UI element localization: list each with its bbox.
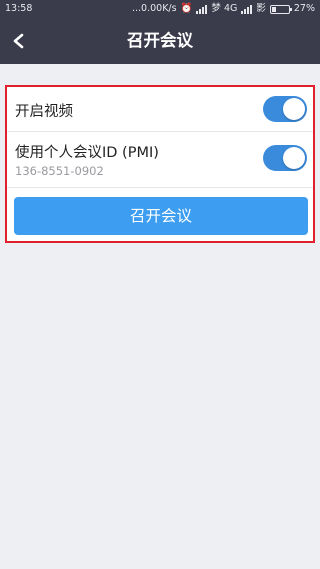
- status-right: ...0.00K/s ⏰ 梦 4G 影 27%: [132, 0, 315, 18]
- pmi-toggle[interactable]: [263, 145, 307, 171]
- back-button[interactable]: [4, 26, 34, 56]
- net-speed: ...0.00K/s: [131, 3, 177, 14]
- toggle-knob: [283, 147, 305, 169]
- carrier-label: 梦 4G: [211, 3, 238, 14]
- status-time: 13:58: [5, 3, 33, 14]
- video-row[interactable]: 开启视频: [7, 87, 313, 132]
- video-toggle[interactable]: [263, 96, 307, 122]
- pmi-number: 136-8551-0902: [15, 164, 104, 178]
- video-label: 开启视频: [15, 104, 73, 120]
- signal-icon-2: [241, 4, 253, 14]
- start-meeting-button[interactable]: 召开会议: [14, 197, 308, 235]
- chevron-left-icon: [13, 33, 24, 49]
- pmi-label: 使用个人会议ID (PMI): [15, 145, 159, 161]
- battery-icon: [269, 4, 292, 14]
- title-bar: 召开会议: [0, 18, 320, 64]
- toggle-knob: [283, 98, 305, 120]
- signal-icon: [196, 4, 208, 14]
- page-title: 召开会议: [127, 31, 193, 50]
- pmi-row[interactable]: 使用个人会议ID (PMI) 136-8551-0902: [7, 132, 313, 188]
- alarm-icon: ⏰: [180, 3, 193, 14]
- carrier-mark: 影: [256, 3, 266, 14]
- meeting-options-card: 开启视频 使用个人会议ID (PMI) 136-8551-0902 召开会议: [5, 85, 315, 243]
- battery-level: [271, 6, 277, 12]
- battery-percent: 27%: [293, 3, 315, 14]
- status-bar: 13:58 ...0.00K/s ⏰ 梦 4G 影 27%: [0, 0, 320, 18]
